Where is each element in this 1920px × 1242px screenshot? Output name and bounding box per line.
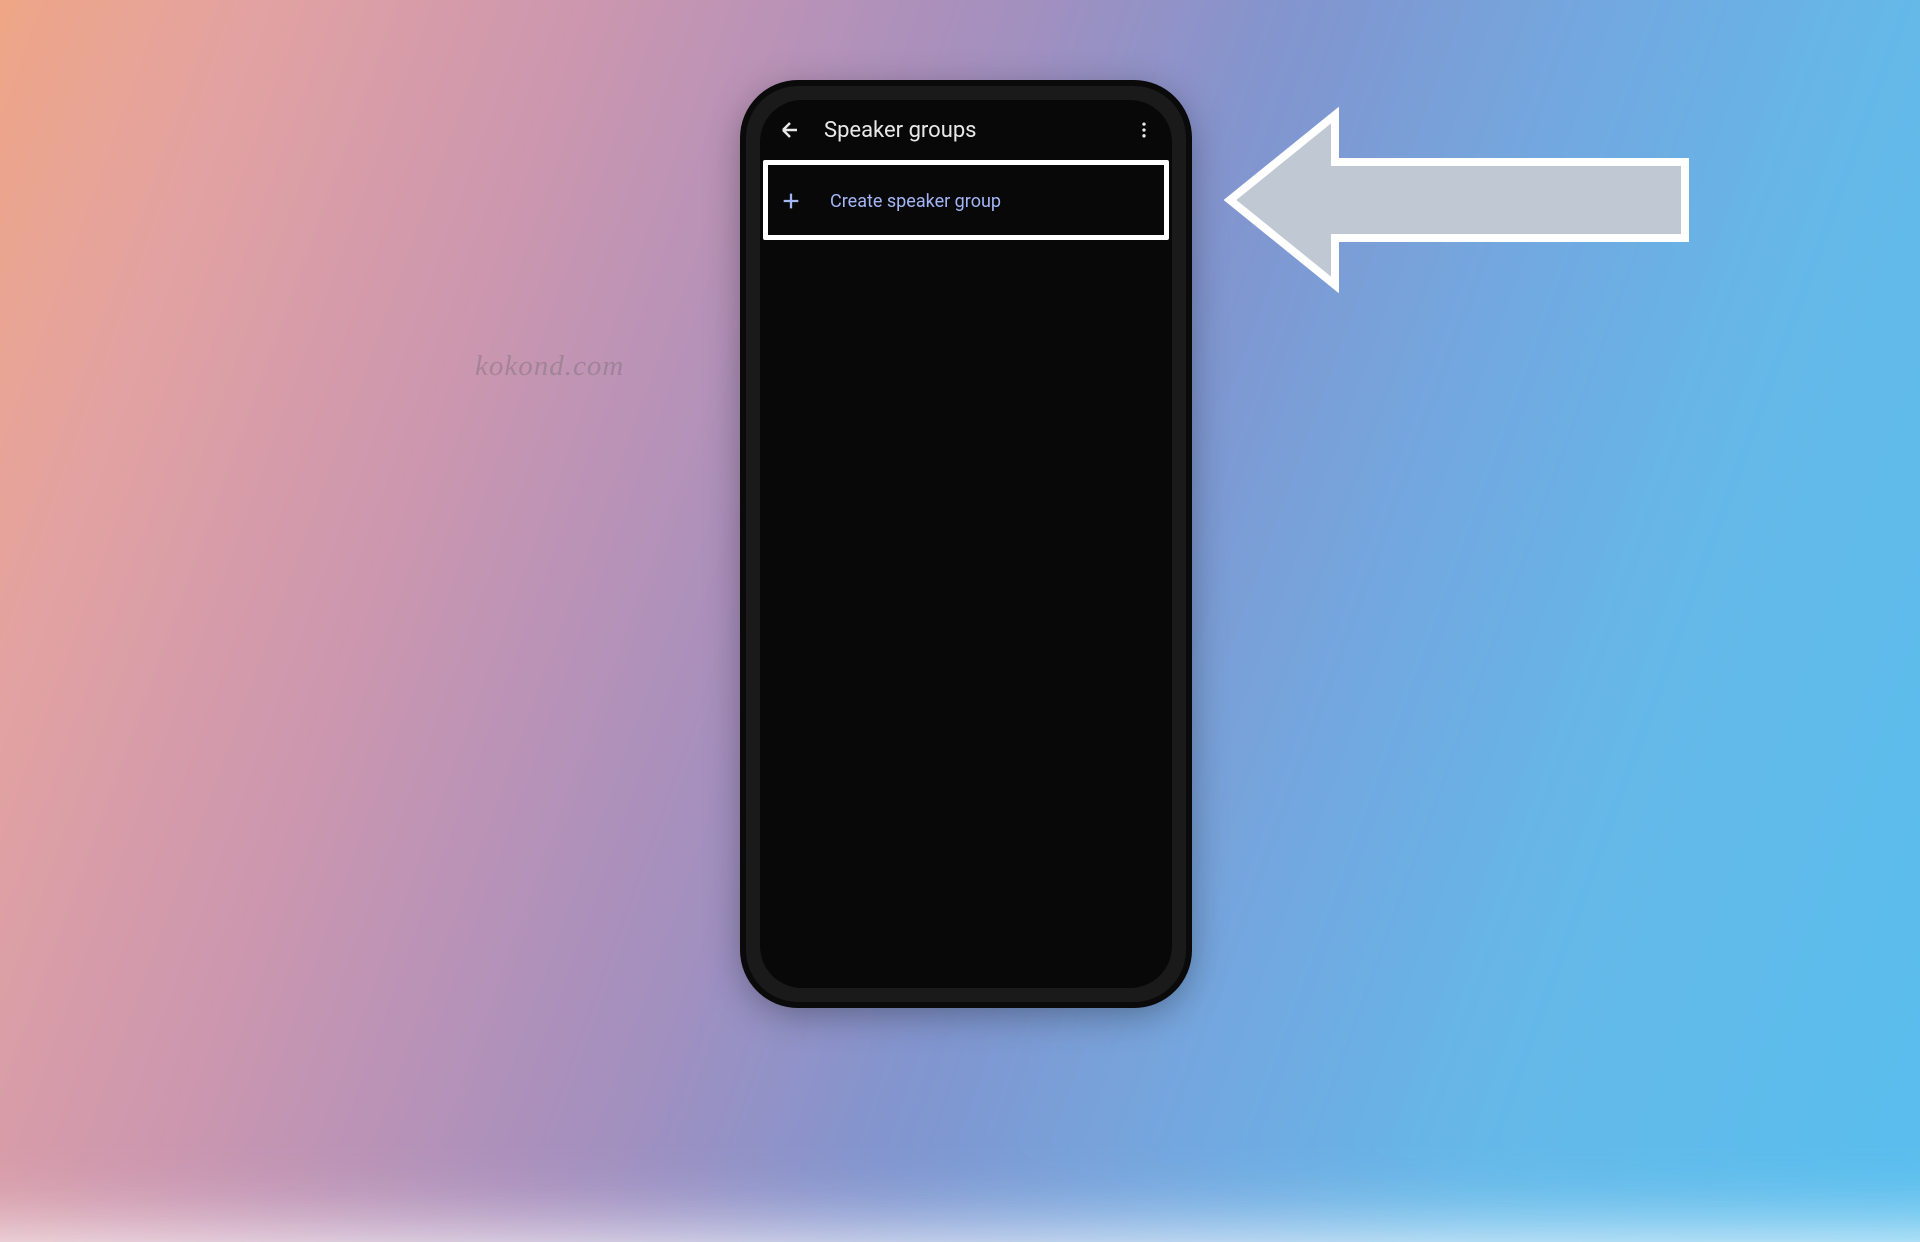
app-bar: Speaker groups bbox=[760, 100, 1172, 160]
back-button[interactable] bbox=[778, 118, 802, 142]
arrow-left-icon bbox=[1230, 115, 1685, 285]
phone-screen: Speaker groups Create speaker group bbox=[760, 100, 1172, 988]
tutorial-arrow bbox=[1215, 100, 1695, 300]
create-speaker-group-button[interactable]: Create speaker group bbox=[760, 166, 1172, 236]
more-vert-icon bbox=[1134, 120, 1154, 140]
arrow-left-icon bbox=[778, 118, 802, 142]
phone-frame: Speaker groups Create speaker group bbox=[746, 86, 1186, 1002]
watermark-text: kokond.com bbox=[475, 350, 624, 383]
plus-icon bbox=[780, 190, 802, 212]
create-speaker-group-label: Create speaker group bbox=[830, 191, 1001, 212]
page-title: Speaker groups bbox=[824, 118, 1112, 143]
overflow-menu-button[interactable] bbox=[1134, 120, 1154, 140]
